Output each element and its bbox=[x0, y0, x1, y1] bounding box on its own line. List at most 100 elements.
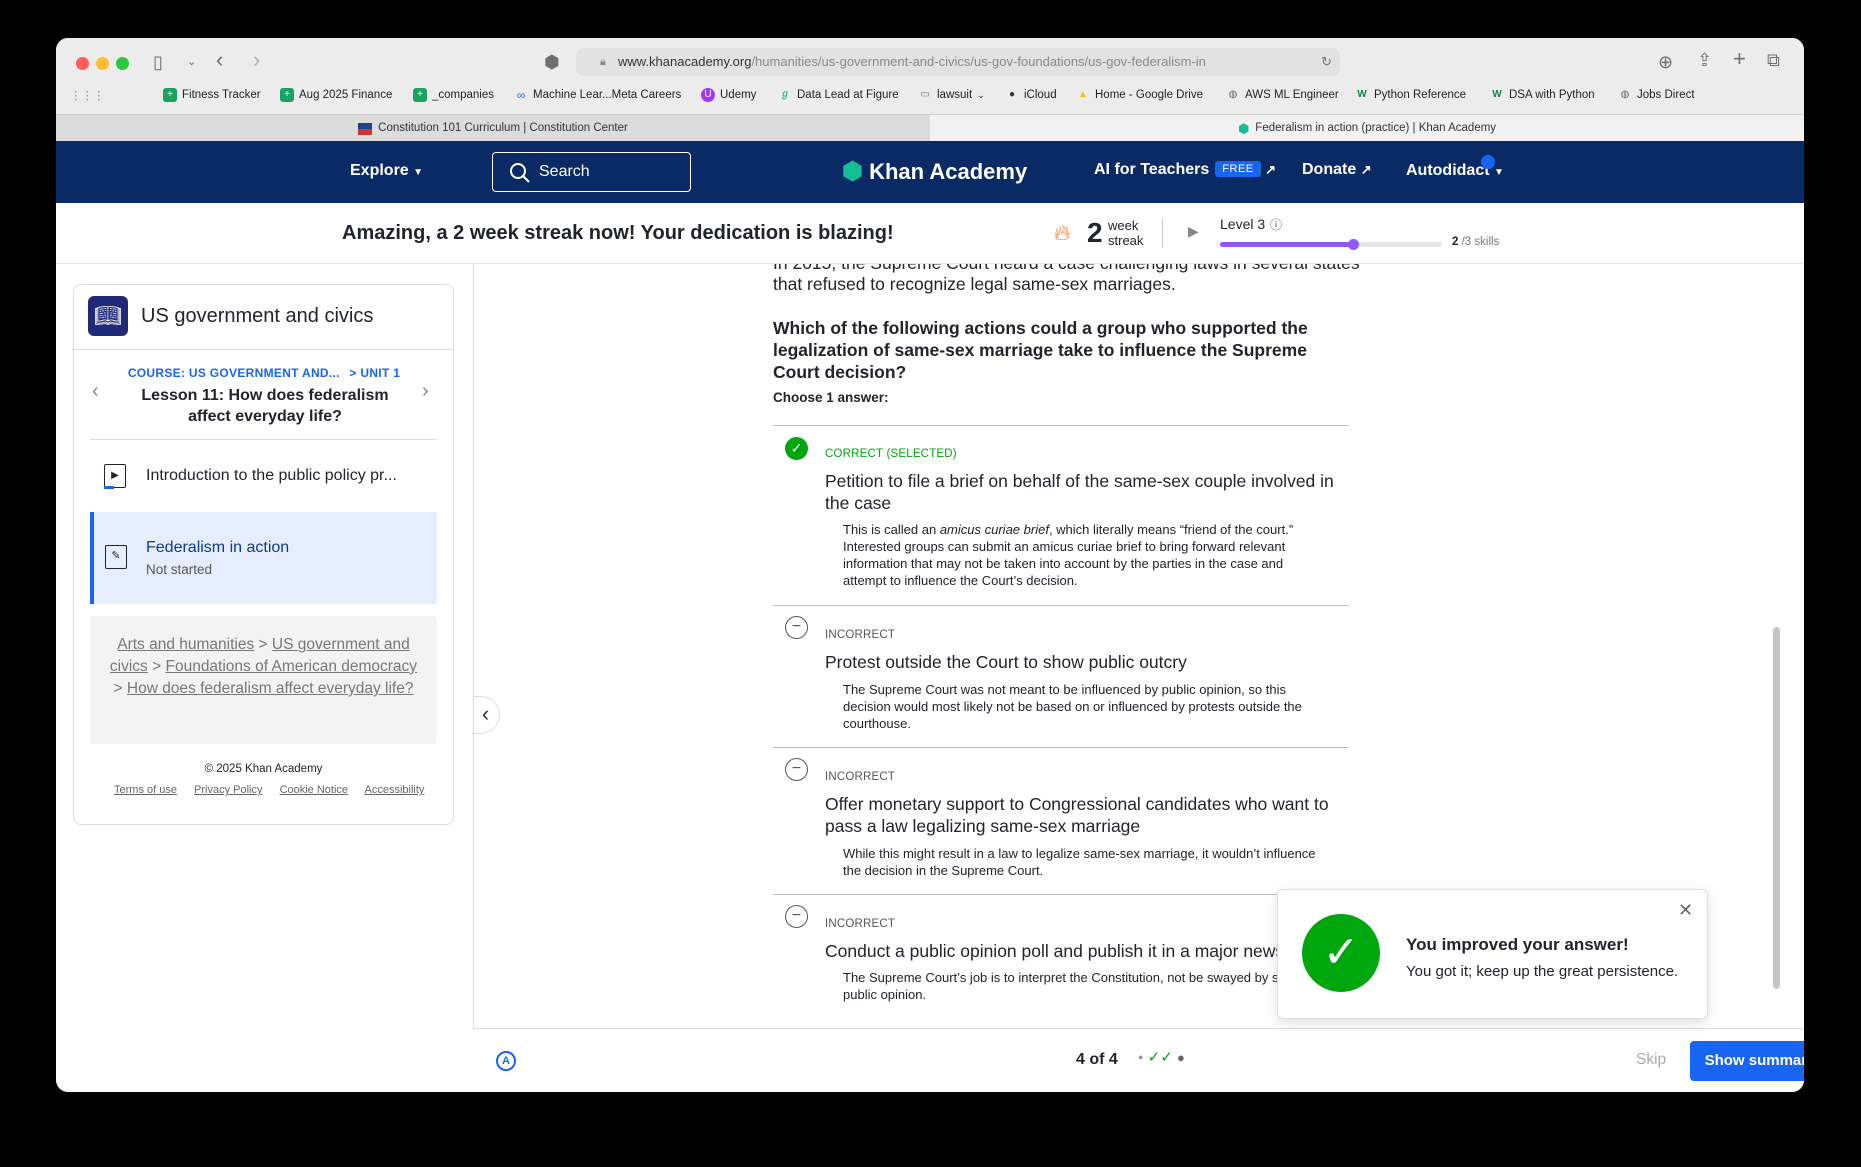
bookmark-item[interactable]: ℊ Data Lead at Figure bbox=[778, 88, 899, 102]
reload-icon[interactable]: ↻ bbox=[1321, 48, 1332, 76]
terms-link[interactable]: Terms of use bbox=[114, 784, 177, 796]
breadcrumb-unit-link[interactable]: > UNIT 1 bbox=[349, 366, 400, 380]
share-icon[interactable]: ⇪ bbox=[1697, 50, 1712, 70]
footer-links: Terms of use Privacy Policy Cookie Notic… bbox=[114, 784, 444, 796]
tab-overview-icon[interactable]: ⧉ bbox=[1767, 50, 1780, 70]
streak-message: Amazing, a 2 week streak now! Your dedic… bbox=[342, 222, 894, 244]
privacy-link[interactable]: Privacy Policy bbox=[194, 784, 262, 796]
khan-logo-icon: ⬢ bbox=[1237, 121, 1250, 136]
show-summary-button[interactable]: Show summary bbox=[1690, 1041, 1804, 1081]
streak-unit-line2: streak bbox=[1108, 233, 1144, 248]
progress-dots: ● ✓✓ ● bbox=[1138, 1048, 1185, 1066]
accessibility-link[interactable]: Accessibility bbox=[365, 784, 425, 796]
streak-unit-line1: week bbox=[1108, 218, 1139, 233]
chevron-down-icon[interactable]: ⌄ bbox=[187, 52, 196, 72]
answer-status: INCORRECT bbox=[825, 771, 896, 783]
sheets-icon: + bbox=[163, 88, 177, 102]
bookmark-item[interactable]: + _companies bbox=[413, 88, 494, 102]
answer-explanation: This is called an amicus curiae brief, w… bbox=[843, 522, 1294, 588]
question-context-partial: In 2015, the Supreme Court heard a case … bbox=[773, 264, 1363, 274]
tab-khan-academy[interactable]: ⬢ Federalism in action (practice) | Khan… bbox=[930, 115, 1804, 142]
chevron-right-icon[interactable]: › bbox=[422, 380, 429, 403]
bookmark-item[interactable]: ▲ Home - Google Drive bbox=[1076, 88, 1203, 102]
lesson-item-video[interactable]: ▶ Introduction to the public policy pr..… bbox=[90, 440, 437, 512]
pencil-icon: ✎ bbox=[105, 545, 127, 569]
answer-explanation: The Supreme Court’s job is to interpret … bbox=[843, 970, 1317, 1002]
answer-explanation: While this might result in a law to lega… bbox=[843, 846, 1316, 878]
choose-label: Choose 1 answer: bbox=[773, 390, 889, 405]
course-breadcrumb: COURSE: US GOVERNMENT AND... > UNIT 1 bbox=[114, 366, 414, 380]
privacy-shield-icon[interactable]: ⬢ bbox=[544, 52, 560, 72]
downloads-icon[interactable]: ⊕ bbox=[1658, 52, 1673, 72]
crumb-arts-humanities[interactable]: Arts and humanities bbox=[117, 636, 254, 653]
w3-icon: W bbox=[1357, 89, 1367, 100]
minimize-window-button[interactable] bbox=[96, 57, 109, 70]
cookie-link[interactable]: Cookie Notice bbox=[280, 784, 348, 796]
new-tab-icon[interactable]: + bbox=[1733, 48, 1746, 70]
question-counter: 4 of 4 bbox=[1076, 1051, 1118, 1068]
answer-status: INCORRECT bbox=[825, 629, 896, 641]
answer-status: CORRECT (SELECTED) bbox=[825, 448, 957, 460]
sidebar-toggle-icon[interactable]: ▯ bbox=[153, 52, 163, 72]
caret-down-icon: ▼ bbox=[1494, 167, 1504, 178]
answer-text: Protest outside the Court to show public… bbox=[825, 652, 1187, 672]
bookmark-item[interactable]: W Python Reference bbox=[1355, 88, 1466, 102]
minus-circle-icon: − bbox=[785, 616, 808, 639]
khan-academy-logo[interactable]: ⬢ Khan Academy bbox=[842, 157, 1027, 186]
breadcrumb-course-link[interactable]: COURSE: US GOVERNMENT AND... bbox=[128, 366, 340, 380]
zoom-window-button[interactable] bbox=[116, 57, 129, 70]
explore-menu[interactable]: Explore ▼ bbox=[350, 162, 423, 180]
crumb-federalism-lesson[interactable]: How does federalism affect everyday life… bbox=[127, 680, 414, 697]
chevron-left-icon[interactable]: ‹ bbox=[92, 380, 99, 403]
bookmark-item[interactable]: + Fitness Tracker bbox=[163, 88, 261, 102]
crumb-foundations[interactable]: Foundations of American democracy bbox=[165, 658, 417, 675]
divider bbox=[74, 349, 453, 350]
bookmark-item[interactable]: + Aug 2025 Finance bbox=[280, 88, 392, 102]
udemy-icon: U bbox=[701, 88, 715, 102]
divider bbox=[773, 894, 1349, 895]
bookmark-item[interactable]: U Udemy bbox=[701, 88, 756, 102]
course-icon: 📖︎ bbox=[88, 296, 128, 336]
answer-text: Petition to file a brief on behalf of th… bbox=[825, 471, 1334, 513]
w3-icon: W bbox=[1492, 89, 1502, 100]
lesson-item-exercise[interactable]: ✎ Federalism in action Not started bbox=[90, 512, 437, 604]
course-title[interactable]: US government and civics bbox=[141, 305, 373, 328]
back-icon[interactable]: ‹ bbox=[216, 49, 223, 71]
scrollbar-thumb[interactable] bbox=[1773, 627, 1780, 989]
divider bbox=[773, 425, 1349, 426]
accessibility-icon[interactable]: A bbox=[496, 1051, 516, 1071]
search-button[interactable]: Search bbox=[492, 152, 691, 192]
check-circle-icon: ✓ bbox=[785, 437, 808, 460]
browser-window: ▯ ⌄ ‹ › ⬢ 🔒︎ www.khanacademy.org/humanit… bbox=[56, 38, 1804, 1092]
play-icon[interactable]: ▶ bbox=[1188, 223, 1199, 240]
feedback-toast: ✓ You improved your answer! You got it; … bbox=[1277, 889, 1708, 1019]
info-icon[interactable]: ⓘ bbox=[1270, 216, 1282, 233]
toast-title: You improved your answer! bbox=[1406, 935, 1629, 954]
donate-link[interactable]: Donate ↗ bbox=[1302, 161, 1372, 179]
browser-toolbar: ▯ ⌄ ‹ › ⬢ 🔒︎ www.khanacademy.org/humanit… bbox=[56, 38, 1804, 114]
address-bar[interactable]: 🔒︎ www.khanacademy.org/humanities/us-gov… bbox=[576, 48, 1340, 76]
ai-for-teachers-link[interactable]: AI for Teachers FREE ↗ bbox=[1094, 161, 1276, 179]
check-icon: ✓ bbox=[1147, 1049, 1161, 1066]
dot-icon: ● bbox=[1138, 1052, 1144, 1062]
level-progress-bar bbox=[1220, 239, 1442, 250]
bookmark-item[interactable]: ● iCloud bbox=[1005, 88, 1057, 102]
copyright: © 2025 Khan Academy bbox=[204, 763, 323, 775]
close-window-button[interactable] bbox=[76, 57, 89, 70]
bookmark-folder[interactable]: ▭ lawsuit ⌄ bbox=[918, 88, 984, 102]
forward-icon[interactable]: › bbox=[253, 49, 260, 71]
check-icon: ✓ bbox=[1160, 1049, 1173, 1066]
apps-grid-icon[interactable]: ⋮⋮⋮ bbox=[70, 88, 105, 102]
skip-button[interactable]: Skip bbox=[1636, 1051, 1666, 1069]
bookmark-item[interactable]: W DSA with Python bbox=[1490, 88, 1594, 102]
free-badge: FREE bbox=[1215, 161, 1261, 177]
drive-icon: ▲ bbox=[1078, 89, 1088, 100]
folder-icon: ▭ bbox=[920, 89, 930, 100]
collapse-sidebar-button[interactable]: ‹ bbox=[474, 696, 500, 734]
bookmark-item[interactable]: ◍ AWS ML Engineer bbox=[1226, 88, 1339, 102]
video-play-icon: ▶ bbox=[104, 464, 126, 489]
bookmark-item[interactable]: ◍ Jobs Direct bbox=[1618, 88, 1695, 102]
tab-constitution[interactable]: Constitution 101 Curriculum | Constituti… bbox=[56, 115, 930, 142]
close-icon[interactable]: ✕ bbox=[1678, 900, 1693, 921]
bookmark-item[interactable]: ∞ Machine Lear...Meta Careers bbox=[514, 88, 682, 102]
